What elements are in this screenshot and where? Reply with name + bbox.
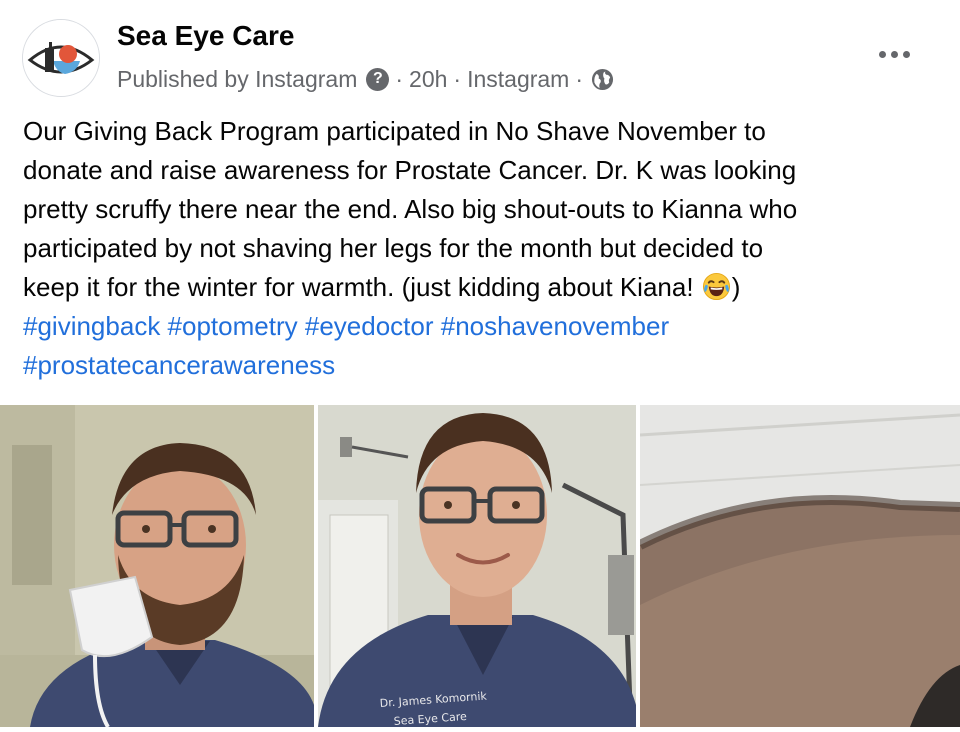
caption-text: ) [731,272,741,302]
dot [890,50,898,58]
separator: · [453,65,462,92]
separator: · [395,65,404,92]
hashtag-line: #prostatecancerawareness [23,346,943,385]
hashtag-link[interactable]: #noshavenovember [441,311,669,341]
instagram-crosspost: Sea Eye Care Published by Instagram ? · … [0,0,960,732]
sea-eye-care-logo-icon [23,20,99,96]
more-options-icon[interactable] [868,36,920,72]
caption-line: Our Giving Back Program participated in … [23,116,766,146]
help-icon[interactable]: ? [366,67,390,91]
post-header: Sea Eye Care Published by Instagram ? · … [0,0,960,110]
separator: · [575,65,584,92]
caption-text: keep it for the winter for warmth. (just… [23,272,701,302]
hashtag-line: #givingback #optometry #eyedoctor #nosha… [23,307,943,346]
post-meta: Published by Instagram ? · 20h · Instagr… [117,64,614,94]
laughing-tears-emoji [702,272,731,301]
photo-doctor-with-mask[interactable] [0,405,314,727]
hashtag-link[interactable]: #eyedoctor [305,311,434,341]
hashtag-link[interactable]: #givingback [23,311,160,341]
caption-line: keep it for the winter for warmth. (just… [23,268,943,307]
hashtag-link[interactable]: #prostatecancerawareness [23,350,335,380]
post-source-text: Instagram [467,65,570,92]
globe-icon[interactable] [591,68,614,91]
post-caption: Our Giving Back Program participated in … [23,112,943,385]
photo-doctor-in-exam-room[interactable]: Dr. James Komornik Sea Eye Care [318,405,636,727]
page-name-link[interactable]: Sea Eye Care [117,20,294,52]
photo-grid: Dr. James Komornik Sea Eye Care [0,405,960,732]
caption-line: donate and raise awareness for Prostate … [23,155,797,185]
caption-line: pretty scruffy there near the end. Also … [23,194,798,224]
dot [902,50,910,58]
page-avatar[interactable] [22,19,100,97]
dot [878,50,886,58]
caption-line: participated by not shaving her legs for… [23,233,764,263]
published-by-text: Published by Instagram [117,65,358,92]
hashtag-link[interactable]: #optometry [168,311,298,341]
post-timestamp-link[interactable]: 20h [409,66,447,93]
photo-hairy-leg[interactable] [640,405,960,727]
